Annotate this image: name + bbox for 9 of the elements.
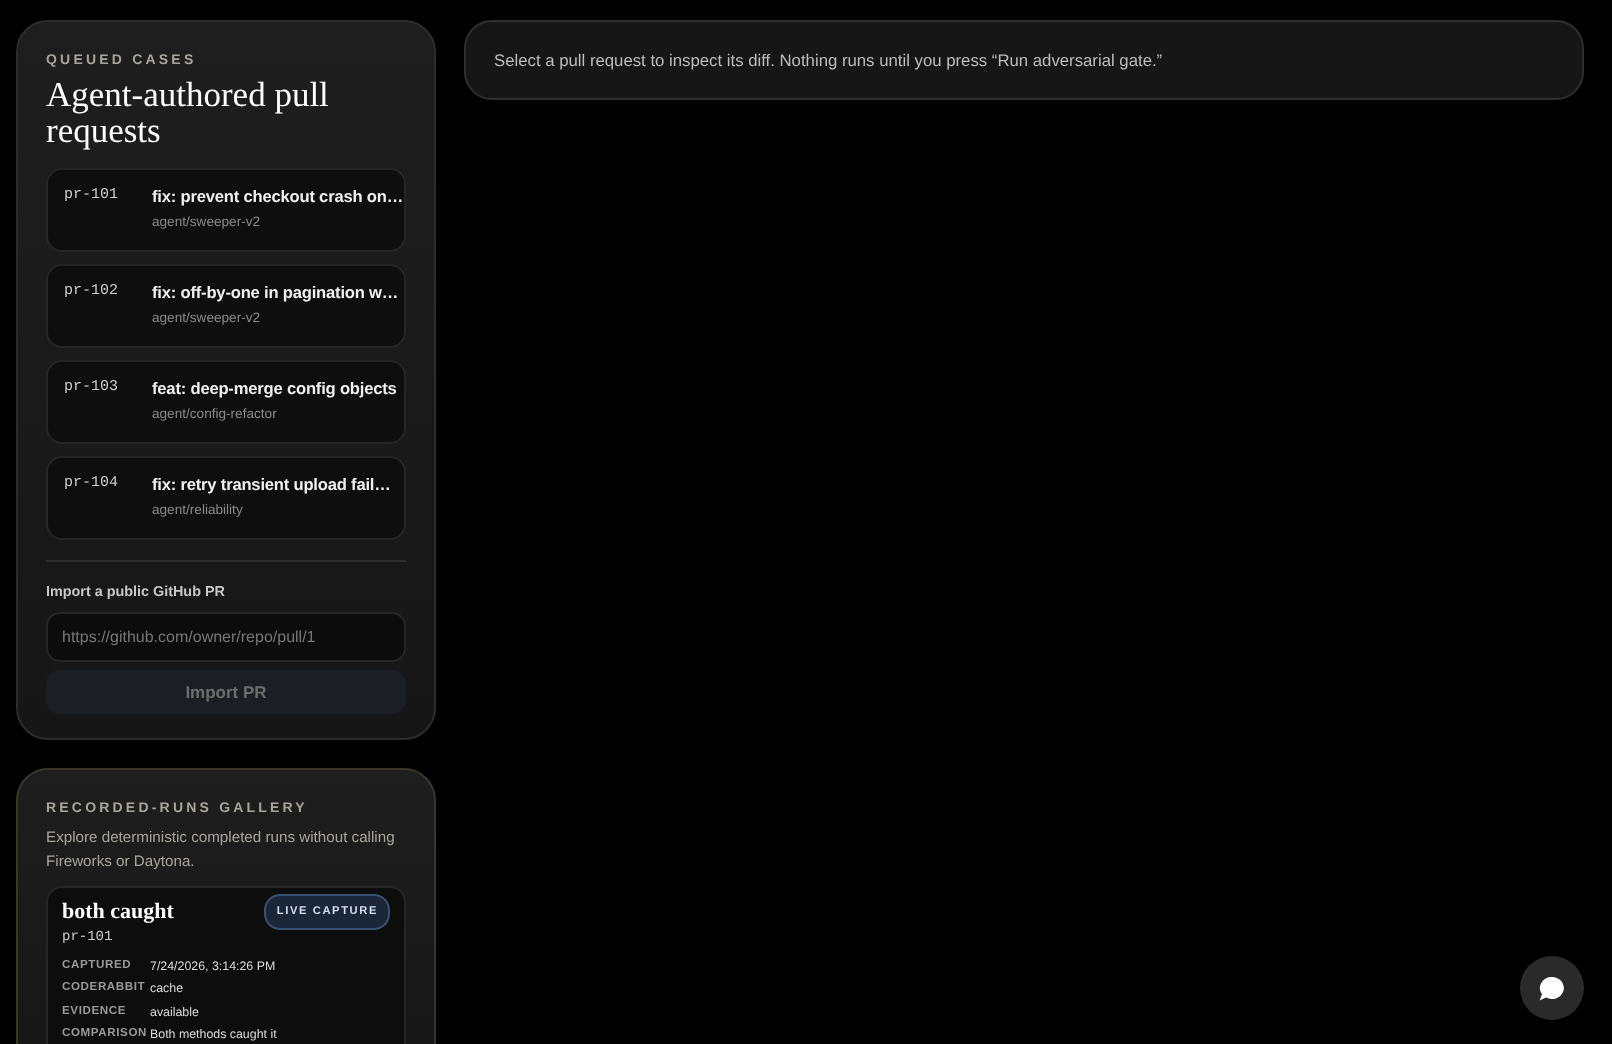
- panel-title: Agent-authored pull requests: [46, 76, 331, 148]
- pr-title: fix: prevent checkout crash on…: [152, 186, 404, 206]
- pr-title: fix: off-by-one in pagination w…: [152, 282, 399, 302]
- pr-title: feat: deep-merge config objects: [152, 378, 397, 398]
- chat-button[interactable]: [1520, 956, 1584, 1020]
- chat-bubble-icon: [1538, 975, 1566, 1001]
- pr-title: fix: retry transient upload fail…: [152, 474, 391, 494]
- notice-text: Select a pull request to inspect its diff. Nothing runs until you press “Run adversarial gate.”: [494, 50, 1163, 70]
- run-title: both caught: [62, 900, 174, 924]
